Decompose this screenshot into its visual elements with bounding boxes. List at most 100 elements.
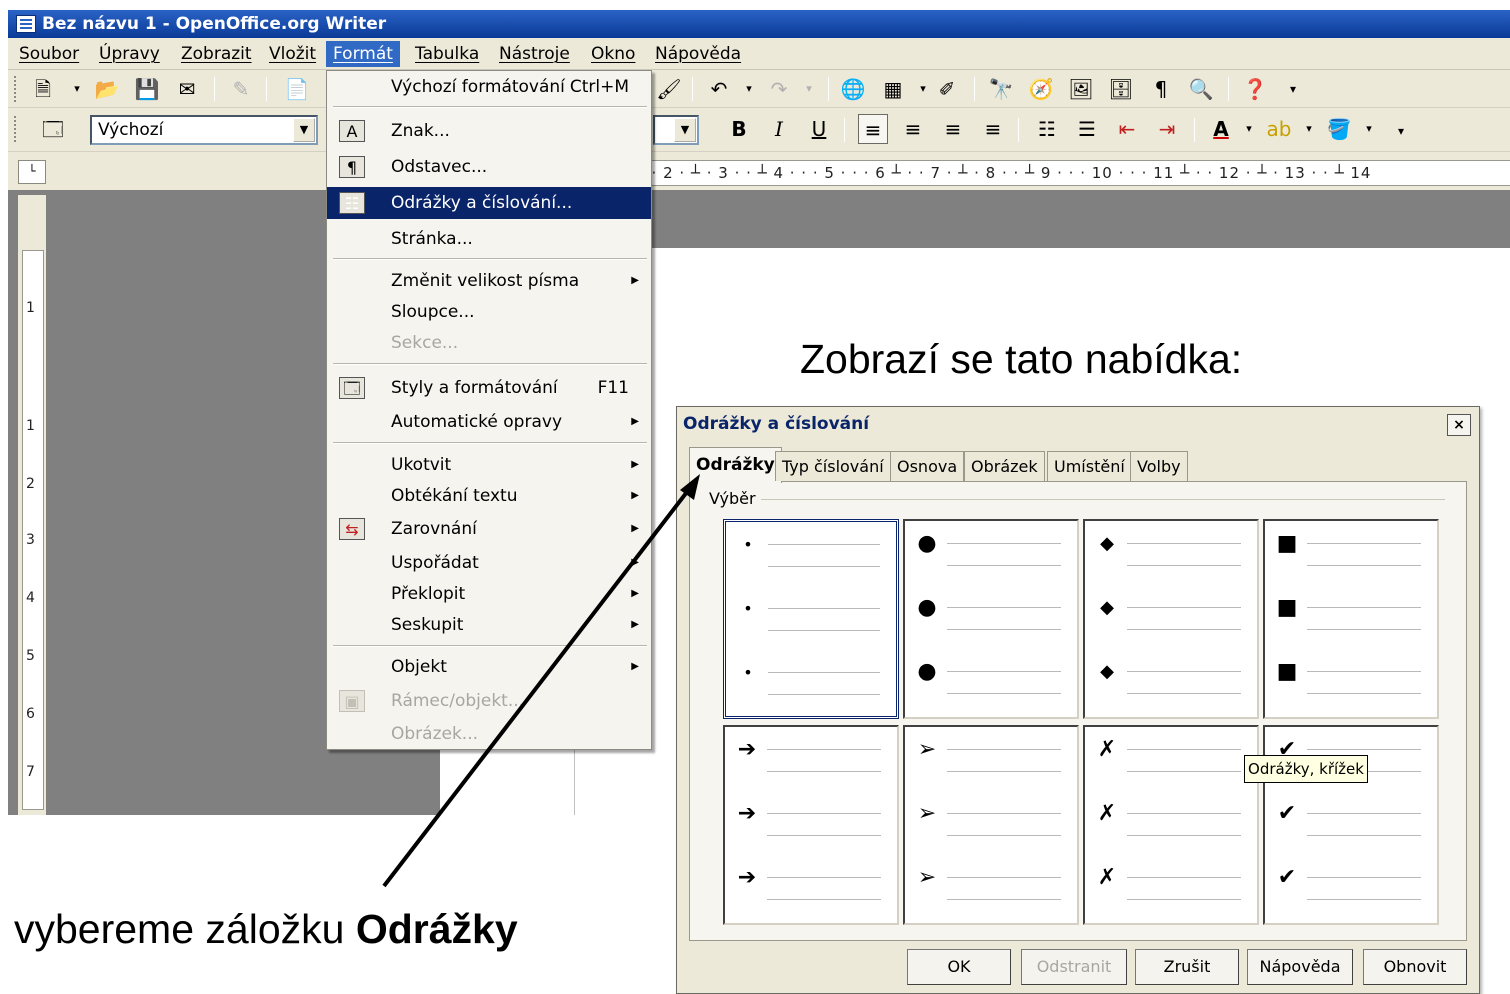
- chevron-down-icon[interactable]: ▾: [1294, 114, 1324, 144]
- chevron-down-icon[interactable]: ▼: [674, 118, 696, 142]
- tab-position[interactable]: Umístění: [1047, 451, 1132, 481]
- chevron-down-icon[interactable]: ▾: [794, 74, 824, 104]
- bullet-style-cross[interactable]: ✗ ✗ ✗: [1083, 725, 1259, 925]
- draw-functions-icon[interactable]: ✐: [932, 74, 962, 104]
- font-name-select[interactable]: ▼: [653, 115, 699, 145]
- bullet-style-square[interactable]: ■ ■ ■: [1263, 519, 1439, 719]
- menu-tabulka[interactable]: Tabulka: [408, 41, 486, 67]
- menu-item-group[interactable]: Seskupit ▶: [327, 609, 651, 641]
- toolbar-options-icon[interactable]: ▾: [1386, 116, 1416, 146]
- toolbar-grip[interactable]: [14, 76, 18, 102]
- edit-file-icon[interactable]: ✎: [226, 74, 256, 104]
- menu-item-default-formatting[interactable]: Výchozí formátování Ctrl+M: [327, 71, 651, 103]
- dialog-title[interactable]: Odrážky a číslování: [677, 407, 1479, 441]
- open-folder-icon[interactable]: 📂: [92, 74, 122, 104]
- zoom-icon[interactable]: 🔍: [1186, 74, 1216, 104]
- help-button[interactable]: Nápověda: [1247, 949, 1353, 985]
- tab-graphics[interactable]: Obrázek: [964, 451, 1045, 481]
- bold-button[interactable]: B: [724, 114, 754, 144]
- vertical-ruler[interactable]: [22, 250, 44, 810]
- bullet-style-small-dot[interactable]: • • •: [723, 519, 899, 719]
- menu-separator: [333, 258, 647, 260]
- toolbar-grip[interactable]: [14, 116, 18, 142]
- menu-item-change-font-size[interactable]: Změnit velikost písma ▶: [327, 265, 651, 297]
- increase-indent-icon[interactable]: ⇥: [1152, 114, 1182, 144]
- background-color-icon[interactable]: 🪣: [1324, 114, 1354, 144]
- underline-button[interactable]: U: [804, 114, 834, 144]
- menu-item-wrap[interactable]: Obtékání textu ▶: [327, 480, 651, 512]
- find-replace-icon[interactable]: 🔭: [986, 74, 1016, 104]
- ok-button[interactable]: OK: [907, 949, 1011, 985]
- data-sources-icon[interactable]: 🗄: [1106, 74, 1136, 104]
- navigator-icon[interactable]: 🧭: [1026, 74, 1056, 104]
- close-icon[interactable]: ×: [1447, 414, 1471, 436]
- chevron-down-icon[interactable]: ▾: [734, 74, 764, 104]
- menu-item-character[interactable]: A Znak...: [327, 115, 651, 147]
- reset-button[interactable]: Obnovit: [1363, 949, 1467, 985]
- tab-options[interactable]: Volby: [1130, 451, 1188, 481]
- bullet-style-arrow[interactable]: ➔ ➔ ➔: [723, 725, 899, 925]
- menu-item-styles-formatting[interactable]: 🗔 Styly a formátování F11: [327, 372, 651, 404]
- toolbar-options-icon[interactable]: ▾: [1278, 74, 1308, 104]
- paragraph-style-select[interactable]: Výchozí ▼: [90, 115, 318, 145]
- vertical-ruler-label: 2: [26, 476, 35, 492]
- table-icon[interactable]: ▦: [878, 74, 908, 104]
- menu-item-anchor[interactable]: Ukotvit ▶: [327, 449, 651, 481]
- paintbrush-icon[interactable]: 🖌: [654, 74, 684, 104]
- bullet-style-diamond[interactable]: ◆ ◆ ◆: [1083, 519, 1259, 719]
- menu-vlozit[interactable]: Vložit: [262, 41, 323, 67]
- numbering-icon[interactable]: ☷: [1032, 114, 1062, 144]
- menu-item-bullets-numbering[interactable]: ☷ Odrážky a číslování...: [327, 187, 651, 219]
- tab-numbering-type[interactable]: Typ číslování: [775, 451, 891, 481]
- styles-formatting-icon[interactable]: 🗔: [38, 114, 68, 144]
- redo-icon[interactable]: ↷: [764, 74, 794, 104]
- align-center-icon[interactable]: ≡: [898, 114, 928, 144]
- shortcut-label: Ctrl+M: [569, 77, 629, 97]
- gallery-icon[interactable]: 🖼: [1066, 74, 1096, 104]
- pilcrow-icon[interactable]: ¶: [1146, 74, 1176, 104]
- cancel-button[interactable]: Zrušit: [1135, 949, 1239, 985]
- menu-format[interactable]: Formát: [326, 41, 400, 67]
- align-right-icon[interactable]: ≡: [938, 114, 968, 144]
- menu-item-columns[interactable]: Sloupce...: [327, 296, 651, 328]
- menu-item-paragraph[interactable]: ¶ Odstavec...: [327, 151, 651, 183]
- menu-item-arrange[interactable]: Uspořádat ▶: [327, 547, 651, 579]
- chevron-down-icon[interactable]: ▼: [293, 118, 315, 142]
- menu-nastroje[interactable]: Nástroje: [492, 41, 577, 67]
- menu-item-alignment[interactable]: ⇆ Zarovnání ▶: [327, 513, 651, 545]
- help-icon[interactable]: ❓: [1240, 74, 1270, 104]
- window-title-bar[interactable]: Bez názvu 1 - OpenOffice.org Writer: [8, 10, 1510, 38]
- chevron-down-icon[interactable]: ▾: [1354, 114, 1384, 144]
- decrease-indent-icon[interactable]: ⇤: [1112, 114, 1142, 144]
- undo-icon[interactable]: ↶: [704, 74, 734, 104]
- export-pdf-icon[interactable]: 📄: [282, 74, 312, 104]
- align-left-icon[interactable]: ≡: [858, 114, 888, 144]
- menu-napoveda[interactable]: Nápověda: [648, 41, 748, 67]
- tab-type-icon[interactable]: └: [18, 160, 46, 184]
- hyperlink-icon[interactable]: 🌐: [838, 74, 868, 104]
- save-icon[interactable]: 💾: [132, 74, 162, 104]
- bullets-icon[interactable]: ☰: [1072, 114, 1102, 144]
- menu-item-flip[interactable]: Překlopit ▶: [327, 578, 651, 610]
- menu-item-object[interactable]: Objekt ▶: [327, 651, 651, 683]
- tab-bullets[interactable]: Odrážky: [689, 447, 782, 483]
- menu-item-autocorrect[interactable]: Automatické opravy ▶: [327, 406, 651, 438]
- menu-soubor[interactable]: Soubor: [12, 41, 86, 67]
- new-document-icon[interactable]: 🗎: [28, 74, 58, 104]
- formatting-toolbar: 🗔 Výchozí ▼ ▼ B I U ≡ ≡ ≡ ≡ ☷ ☰ ⇤ ⇥ A ▾ …: [8, 108, 1510, 152]
- chevron-down-icon[interactable]: ▾: [62, 74, 92, 104]
- highlighting-icon[interactable]: ab: [1264, 114, 1294, 144]
- chevron-down-icon[interactable]: ▾: [1234, 114, 1264, 144]
- tab-outline[interactable]: Osnova: [890, 451, 965, 481]
- italic-button[interactable]: I: [764, 114, 794, 144]
- horizontal-ruler[interactable]: · · 2 · ┴ · 3 · · ┴ 4 · · · 5 · · · 6 ┴ …: [640, 160, 1510, 186]
- font-color-icon[interactable]: A: [1206, 114, 1236, 144]
- menu-zobrazit[interactable]: Zobrazit: [174, 41, 259, 67]
- bullet-style-arrowhead[interactable]: ➢ ➢ ➢: [903, 725, 1079, 925]
- menu-upravy[interactable]: Úpravy: [92, 41, 167, 67]
- menu-item-page[interactable]: Stránka...: [327, 223, 651, 255]
- menu-okno[interactable]: Okno: [584, 41, 642, 67]
- bullet-style-large-dot[interactable]: ● ● ●: [903, 519, 1079, 719]
- justify-icon[interactable]: ≡: [978, 114, 1008, 144]
- email-icon[interactable]: ✉: [172, 74, 202, 104]
